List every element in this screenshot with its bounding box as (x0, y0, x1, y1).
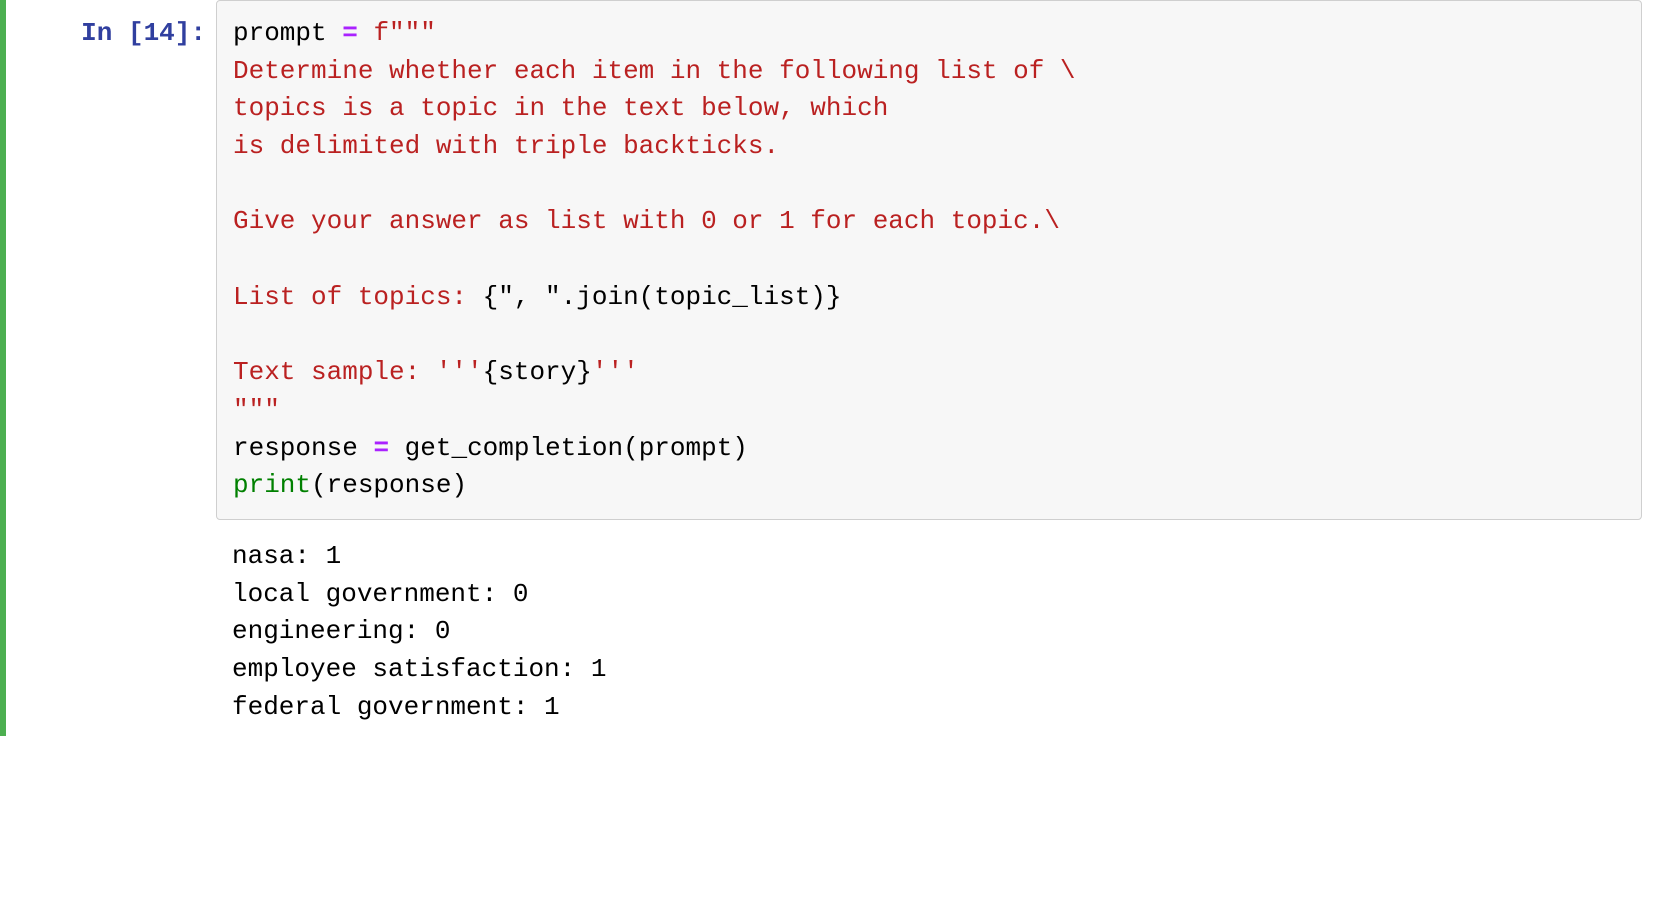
output-line: nasa: 1 (232, 541, 341, 571)
code-string-quote: """ (233, 395, 280, 425)
code-fstring-brace: { (483, 282, 499, 312)
notebook-cell: In [14]: prompt = f""" Determine whether… (0, 0, 1662, 736)
code-builtin: print (233, 470, 311, 500)
code-fstring-expr: ", ".join(topic_list) (498, 282, 826, 312)
code-variable: prompt (233, 18, 342, 48)
output-line: local government: 0 (232, 579, 528, 609)
code-string-line: ''' (592, 357, 639, 387)
code-string-line: is delimited with triple backticks. (233, 131, 779, 161)
cell-prompt-area: In [14]: (6, 0, 216, 736)
code-string-line: Give your answer as list with 0 or 1 for… (233, 206, 1060, 236)
code-args: (response) (311, 470, 467, 500)
cell-content-area: prompt = f""" Determine whether each ite… (216, 0, 1662, 736)
output-line: federal government: 1 (232, 692, 560, 722)
code-string-line: Determine whether each item in the follo… (233, 56, 1076, 86)
code-fstring-brace: } (576, 357, 592, 387)
code-string-line: Text sample: ''' (233, 357, 483, 387)
code-operator: = (342, 18, 373, 48)
code-string-quote: """ (389, 18, 436, 48)
code-input-cell[interactable]: prompt = f""" Determine whether each ite… (216, 0, 1642, 520)
code-output-cell: nasa: 1 local government: 0 engineering:… (216, 520, 1662, 736)
code-fstring-expr: story (498, 357, 576, 387)
code-function-call: get_completion(prompt) (405, 433, 748, 463)
code-fstring-brace: { (483, 357, 499, 387)
output-line: engineering: 0 (232, 616, 450, 646)
code-string-prefix: f (373, 18, 389, 48)
code-string-line: topics is a topic in the text below, whi… (233, 93, 888, 123)
code-string-line: List of topics: (233, 282, 483, 312)
code-variable: response (233, 433, 373, 463)
cell-execution-prompt: In [14]: (81, 18, 206, 48)
code-fstring-brace: } (826, 282, 842, 312)
output-line: employee satisfaction: 1 (232, 654, 606, 684)
code-operator: = (373, 433, 404, 463)
